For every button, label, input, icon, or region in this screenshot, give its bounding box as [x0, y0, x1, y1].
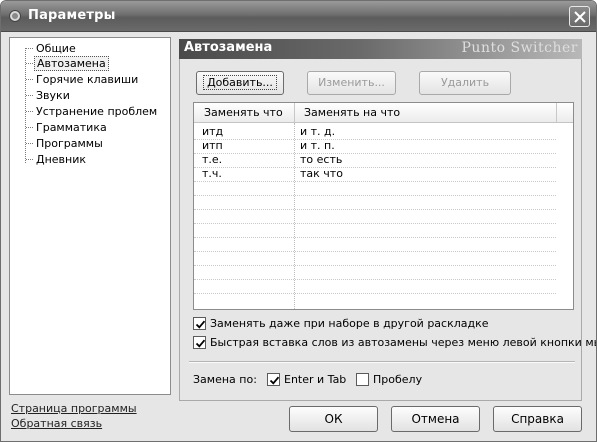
cell-with: то есть [300, 153, 343, 166]
table-row[interactable]: т.е. то есть [194, 153, 556, 167]
settings-tree[interactable]: Общие Автозамена Горячие клавиши Звуки У… [9, 37, 171, 395]
grid-line [194, 181, 556, 182]
checkmark-icon [195, 320, 206, 329]
sidebar-item-general[interactable]: Общие [26, 41, 78, 56]
brand-label: Punto Switcher [461, 40, 578, 56]
sidebar-item-label: Горячие клавиши [36, 73, 139, 86]
replacements-table[interactable]: Заменять что Заменять на что итд и т. д.… [193, 102, 574, 310]
program-page-link[interactable]: Страница программы [11, 402, 137, 415]
cell-what: итд [202, 125, 224, 138]
ok-button[interactable]: ОК [289, 406, 378, 432]
sidebar-item-programs[interactable]: Программы [26, 136, 105, 151]
quick-insert-checkbox[interactable] [193, 336, 206, 349]
replace-by-label: Замена по: [193, 373, 257, 386]
grid-line [194, 195, 556, 196]
cell-what: т.ч. [202, 167, 222, 180]
quick-insert-label[interactable]: Быстрая вставка слов из автозамены через… [210, 336, 596, 349]
edit-button[interactable]: Изменить... [307, 71, 396, 95]
window-title: Параметры [28, 8, 116, 23]
grid-line [194, 251, 556, 252]
grid-line [194, 265, 556, 266]
sidebar-item-label: Устранение проблем [36, 105, 158, 118]
space-label[interactable]: Пробелу [373, 373, 422, 386]
cell-with: и т. д. [300, 125, 336, 138]
sidebar-item-autoreplace[interactable]: Автозамена [26, 56, 109, 71]
column-header-what[interactable]: Заменять что [204, 106, 283, 119]
add-button-label: Добавить... [203, 75, 277, 90]
panel-title: Автозамена [184, 40, 273, 55]
sidebar-item-grammar[interactable]: Грамматика [26, 120, 109, 135]
grid-line [194, 293, 556, 294]
close-button[interactable] [569, 6, 590, 27]
grid-line [194, 209, 556, 210]
feedback-link[interactable]: Обратная связь [11, 417, 102, 430]
help-button[interactable]: Справка [493, 406, 582, 432]
cell-with: так что [300, 167, 343, 180]
title-bar[interactable]: Параметры [1, 1, 596, 32]
sidebar-item-sounds[interactable]: Звуки [26, 88, 72, 103]
panel-header: Автозамена Punto Switcher [179, 39, 582, 59]
divider [189, 361, 575, 363]
enter-tab-label[interactable]: Enter и Tab [284, 373, 346, 386]
sidebar-item-label: Дневник [36, 153, 87, 166]
enter-tab-checkbox[interactable] [267, 373, 280, 386]
grid-line [194, 279, 556, 280]
column-separator[interactable] [556, 103, 557, 122]
sidebar-item-label: Грамматика [36, 121, 107, 134]
grid-line [194, 167, 556, 168]
grid-line [194, 237, 556, 238]
sidebar-item-label: Звуки [36, 89, 70, 102]
add-button[interactable]: Добавить... [196, 71, 284, 95]
cell-what: т.е. [202, 153, 223, 166]
table-row[interactable]: т.ч. так что [194, 167, 556, 181]
edit-button-label: Изменить... [318, 76, 385, 89]
cancel-button[interactable]: Отмена [391, 406, 480, 432]
other-layout-checkbox[interactable] [193, 317, 206, 330]
column-header-with[interactable]: Заменять на что [304, 106, 400, 119]
delete-button[interactable]: Удалить [419, 71, 511, 95]
sidebar-item-label: Автозамена [34, 56, 109, 71]
table-row[interactable]: итп и т. п. [194, 139, 556, 153]
app-icon [9, 10, 21, 22]
sidebar-item-label: Общие [36, 42, 76, 55]
other-layout-label[interactable]: Заменять даже при наборе в другой раскла… [210, 317, 489, 330]
delete-button-label: Удалить [440, 76, 490, 89]
sidebar-item-hotkeys[interactable]: Горячие клавиши [26, 72, 140, 87]
sidebar-item-label: Программы [36, 137, 103, 150]
parameters-window: Параметры Общие Автозамена Горячие клави… [0, 0, 597, 442]
table-row[interactable]: итд и т. д. [194, 125, 556, 139]
grid-line [194, 139, 556, 140]
grid-line [194, 153, 556, 154]
close-icon [574, 11, 586, 23]
column-separator[interactable] [294, 103, 295, 122]
cell-what: итп [202, 139, 223, 152]
sidebar-item-diary[interactable]: Дневник [26, 152, 88, 167]
checkmark-icon [195, 339, 206, 348]
space-checkbox[interactable] [356, 373, 369, 386]
table-header: Заменять что Заменять на что [194, 103, 573, 123]
cell-with: и т. п. [300, 139, 335, 152]
grid-line [194, 223, 556, 224]
sidebar-item-troubleshooting[interactable]: Устранение проблем [26, 104, 159, 119]
checkmark-icon [269, 376, 280, 385]
